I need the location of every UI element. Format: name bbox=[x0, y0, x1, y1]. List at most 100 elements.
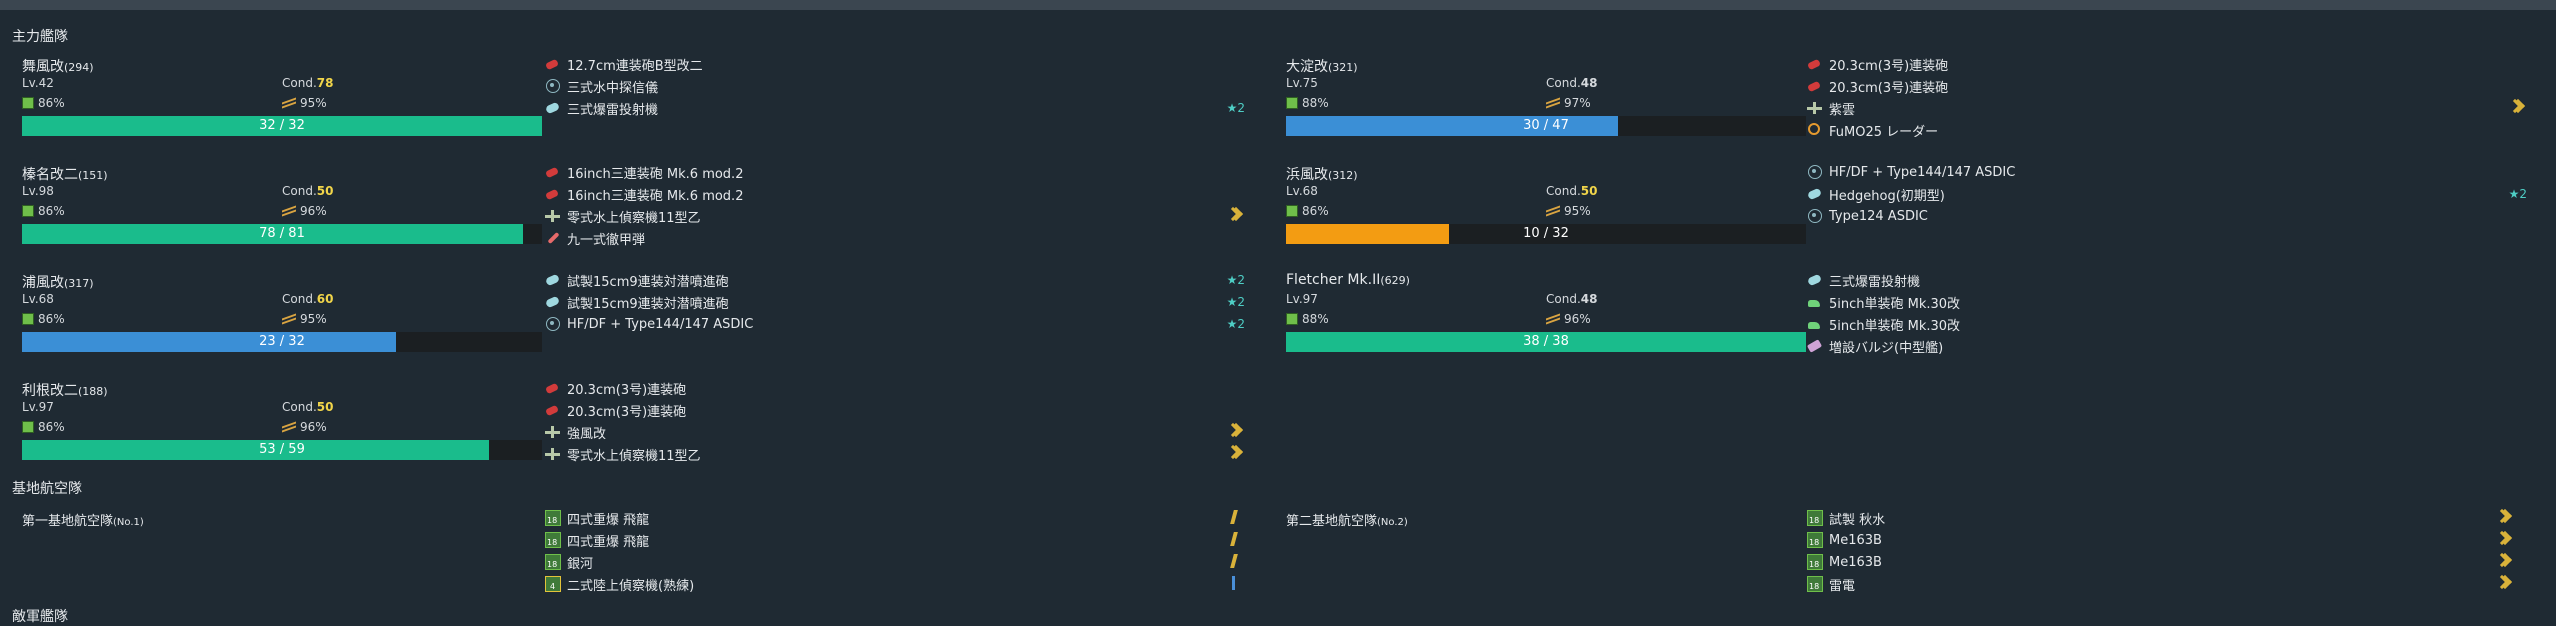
land-bomber-icon bbox=[1807, 532, 1823, 548]
fuel-icon bbox=[1286, 313, 1298, 325]
land-bomber-icon bbox=[1807, 510, 1823, 526]
equipment-slot[interactable]: 零式水上偵察機11型乙 bbox=[545, 444, 1245, 464]
ship-card[interactable]: Fletcher Mk.II(629) Lv.97 Cond.48 88% 96… bbox=[1276, 272, 1806, 372]
equipment-slot[interactable]: 16inch三連装砲 Mk.6 mod.2 bbox=[545, 162, 1245, 182]
fuel-icon bbox=[22, 205, 34, 217]
improvement-level: ★2 bbox=[1226, 101, 1245, 115]
equipment-slot[interactable]: 増設バルジ(中型艦) bbox=[1807, 336, 2527, 356]
ship-card[interactable]: 榛名改二(151) Lv.98 Cond.50 86% 96% 78 / 81 bbox=[12, 164, 542, 264]
proficiency-badge bbox=[1231, 446, 1245, 462]
depth-charge-icon bbox=[545, 100, 561, 116]
ship-condition: Cond.78 bbox=[282, 76, 334, 90]
ship-card[interactable]: 舞風改(294) Lv.42 Cond.78 86% 95% 32 / 32 bbox=[12, 56, 542, 156]
hp-text: 38 / 38 bbox=[1523, 334, 1569, 349]
equipment-slot[interactable]: HF/DF + Type144/147 ASDIC ★2 bbox=[545, 314, 1245, 334]
equipment-slot[interactable]: 20.3cm(3号)連装砲 bbox=[545, 400, 1245, 420]
ship-condition: Cond.60 bbox=[282, 292, 334, 306]
equipment-slot[interactable]: 零式水上偵察機11型乙 bbox=[545, 206, 1245, 226]
proficiency-slash-icon bbox=[1230, 532, 1238, 546]
squadron-name: 四式重爆 飛龍 bbox=[567, 534, 650, 550]
condition-value: 48 bbox=[1580, 76, 1598, 90]
ship-name: 浦風改(317) bbox=[22, 275, 94, 291]
main-fleet-title: 主力艦隊 bbox=[12, 29, 68, 45]
ship-condition: Cond.50 bbox=[282, 400, 334, 414]
squadron-slot[interactable]: 四式重爆 飛龍 bbox=[545, 508, 1246, 528]
equipment-name: 16inch三連装砲 Mk.6 mod.2 bbox=[567, 166, 744, 182]
squadron-slot[interactable]: 二式陸上偵察機(熟練) bbox=[545, 574, 1246, 594]
equipment-slot[interactable]: 試製15cm9連装対潜噴進砲 ★2 bbox=[545, 292, 1245, 312]
equipment-slot[interactable]: 5inch単装砲 Mk.30改 bbox=[1807, 314, 2527, 334]
proficiency-bar-icon bbox=[1232, 576, 1235, 590]
equipment-slot[interactable]: 強風改 bbox=[545, 422, 1245, 442]
condition-value: 78 bbox=[316, 76, 334, 90]
equipment-slot[interactable]: 試製15cm9連装対潜噴進砲 ★2 bbox=[545, 270, 1245, 290]
bulge-icon bbox=[1807, 338, 1823, 354]
fuel-icon bbox=[22, 313, 34, 325]
proficiency-chevron-icon bbox=[1231, 424, 1243, 436]
ship-condition: Cond.48 bbox=[1546, 292, 1598, 306]
equipment-slot[interactable]: 16inch三連装砲 Mk.6 mod.2 bbox=[545, 184, 1245, 204]
equipment-slot[interactable]: 5inch単装砲 Mk.30改 bbox=[1807, 292, 2527, 312]
proficiency-chevron-icon bbox=[2500, 576, 2512, 588]
equipment-slot[interactable]: 12.7cm連装砲B型改二 bbox=[545, 54, 1245, 74]
top-bar bbox=[0, 0, 2556, 10]
depth-charge-icon bbox=[545, 294, 561, 310]
equipment-name: 零式水上偵察機11型乙 bbox=[567, 210, 701, 226]
equipment-slot[interactable]: 三式水中探信儀 bbox=[545, 76, 1245, 96]
proficiency-chevron-icon bbox=[2500, 532, 2512, 544]
ship-card[interactable]: 浦風改(317) Lv.68 Cond.60 86% 95% 23 / 32 bbox=[12, 272, 542, 372]
equipment-name: HF/DF + Type144/147 ASDIC bbox=[567, 316, 754, 332]
equipment-slot[interactable]: 三式爆雷投射機 bbox=[1807, 270, 2527, 290]
equipment-name: 三式爆雷投射機 bbox=[1829, 274, 1921, 290]
equipment-slot[interactable]: 20.3cm(3号)連装砲 bbox=[545, 378, 1245, 398]
ship-card[interactable]: 大淀改(321) Lv.75 Cond.48 88% 97% 30 / 47 bbox=[1276, 56, 1806, 156]
fuel-status: 88% bbox=[1286, 312, 1329, 326]
ship-card[interactable]: 浜風改(312) Lv.68 Cond.50 86% 95% 10 / 32 bbox=[1276, 164, 1806, 264]
equipment-name: FuMO25 レーダー bbox=[1829, 124, 1939, 140]
ship-card[interactable]: 利根改二(188) Lv.97 Cond.50 86% 96% 53 / 59 bbox=[12, 380, 542, 480]
gun-red-icon bbox=[545, 380, 561, 396]
gun-red-icon bbox=[545, 186, 561, 202]
equipment-slot[interactable]: 三式爆雷投射機 ★2 bbox=[545, 98, 1245, 118]
depth-charge-icon bbox=[545, 272, 561, 288]
proficiency-badge bbox=[2500, 532, 2514, 548]
equipment-slot[interactable]: 20.3cm(3号)連装砲 bbox=[1807, 76, 2527, 96]
condition-value: 50 bbox=[316, 184, 334, 198]
equipment-slot[interactable]: FuMO25 レーダー bbox=[1807, 120, 2527, 140]
equipment-name: 九一式徹甲弾 bbox=[567, 232, 646, 248]
squadron-slot[interactable]: 雷電 bbox=[1807, 574, 2514, 594]
equipment-name: 20.3cm(3号)連装砲 bbox=[567, 404, 687, 420]
hp-bar: 78 / 81 bbox=[22, 224, 542, 244]
equipment-slot[interactable]: 20.3cm(3号)連装砲 bbox=[1807, 54, 2527, 74]
squadron-slot[interactable]: 試製 秋水 bbox=[1807, 508, 2514, 528]
squadron-slot[interactable]: Me163B bbox=[1807, 530, 2514, 550]
land-base-name[interactable]: 第一基地航空隊(No.1) bbox=[22, 510, 144, 529]
squadron-slot[interactable]: 四式重爆 飛龍 bbox=[545, 530, 1246, 550]
equipment-slot[interactable]: HF/DF + Type144/147 ASDIC bbox=[1807, 162, 2527, 182]
squadron-slot[interactable]: 銀河 bbox=[545, 552, 1246, 572]
equipment-slot[interactable]: Hedgehog(初期型) ★2 bbox=[1807, 184, 2527, 204]
seaplane-icon bbox=[545, 208, 561, 224]
ship-condition: Cond.48 bbox=[1546, 76, 1598, 90]
land-bomber-icon bbox=[545, 532, 561, 548]
proficiency-badge bbox=[1230, 510, 1246, 526]
squadron-name: 試製 秋水 bbox=[1829, 512, 1886, 528]
fuel-status: 86% bbox=[22, 420, 65, 434]
equipment-slot[interactable]: 九一式徹甲弾 bbox=[545, 228, 1245, 248]
ship-level: Lv.42 bbox=[22, 76, 54, 90]
improvement-level: ★2 bbox=[1226, 295, 1245, 309]
equipment-name: Hedgehog(初期型) bbox=[1829, 188, 1945, 204]
squadron-slot[interactable]: Me163B bbox=[1807, 552, 2514, 572]
equipment-slot[interactable]: Type124 ASDIC bbox=[1807, 206, 2527, 226]
ammo-icon bbox=[1546, 98, 1560, 108]
proficiency-badge bbox=[1230, 532, 1246, 548]
proficiency-chevron-icon bbox=[2500, 554, 2512, 566]
enemy-fleet-title: 敵軍艦隊 bbox=[12, 609, 68, 625]
equipment-slot[interactable]: 紫雲 bbox=[1807, 98, 2527, 118]
hp-bar: 10 / 32 bbox=[1286, 224, 1806, 244]
land-bomber-icon bbox=[1807, 576, 1823, 592]
land-base-name[interactable]: 第二基地航空隊(No.2) bbox=[1286, 510, 1408, 529]
hp-text: 10 / 32 bbox=[1523, 226, 1569, 241]
ammo-icon bbox=[1546, 314, 1560, 324]
fuel-status: 86% bbox=[22, 312, 65, 326]
